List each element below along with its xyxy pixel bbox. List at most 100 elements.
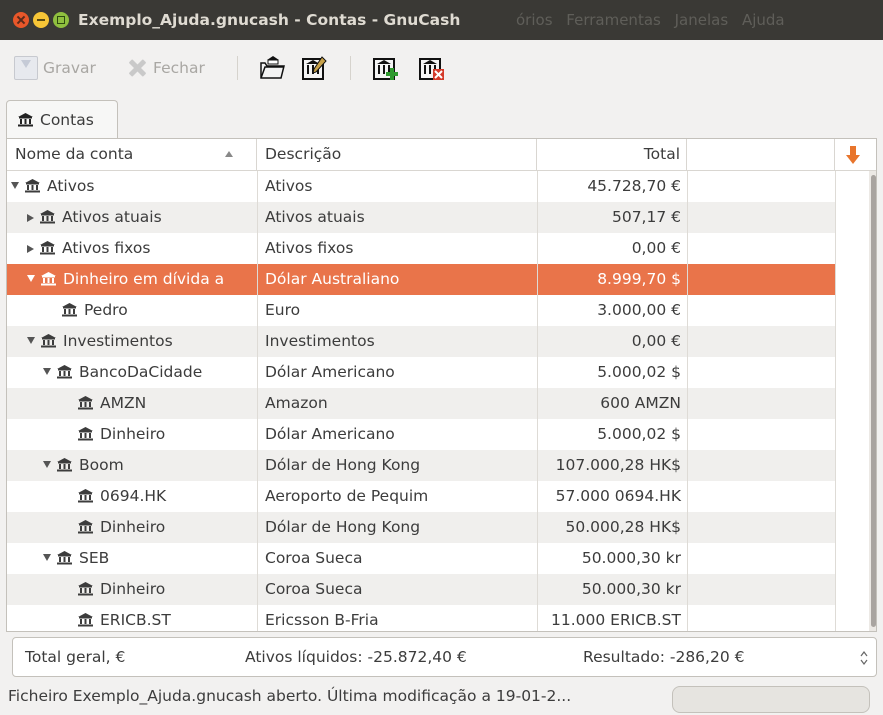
account-row[interactable]: ERICB.ST Ericsson B-Fria 11.000 ERICB.ST xyxy=(7,605,835,631)
account-row[interactable]: Ativos atuais Ativos atuais 507,17 € xyxy=(7,202,835,233)
column-header-account-name-label: Nome da conta xyxy=(15,145,134,163)
expander-open-icon[interactable] xyxy=(27,275,35,282)
tree-header: Nome da conta Descrição Total xyxy=(7,139,876,171)
account-tree[interactable]: Nome da conta Descrição Total Ativos Ativ… xyxy=(6,138,877,632)
account-name-cell[interactable]: BancoDaCidade xyxy=(7,357,257,388)
account-name: Ativos atuais xyxy=(62,208,162,226)
edit-account-icon[interactable] xyxy=(300,54,328,82)
account-total: 50.000,28 HK$ xyxy=(565,518,682,536)
account-description: Ativos fixos xyxy=(265,239,354,257)
window-close-button[interactable] xyxy=(13,12,29,28)
summary-result: Resultado: -286,20 € xyxy=(583,648,745,666)
account-name: Dinheiro xyxy=(100,425,166,443)
new-account-icon[interactable] xyxy=(372,54,400,82)
account-row[interactable]: AMZN Amazon 600 AMZN xyxy=(7,388,835,419)
bank-icon xyxy=(57,458,72,472)
account-total: 5.000,02 $ xyxy=(597,363,681,381)
open-folder-icon[interactable] xyxy=(258,54,286,82)
account-description: Amazon xyxy=(265,394,328,412)
account-name-cell[interactable]: ERICB.ST xyxy=(7,605,257,631)
column-header-description[interactable]: Descrição xyxy=(257,139,537,171)
close-button[interactable]: Fechar xyxy=(126,54,205,82)
bank-icon xyxy=(78,427,93,441)
summary-label: Total geral, € xyxy=(25,648,126,666)
bank-icon xyxy=(40,210,55,224)
save-icon xyxy=(14,56,38,80)
status-progress-bar xyxy=(672,686,870,713)
expander-closed-icon[interactable] xyxy=(27,213,34,222)
account-name-cell[interactable]: Pedro xyxy=(7,295,257,326)
account-row[interactable]: Dinheiro Dólar de Hong Kong 50.000,28 HK$ xyxy=(7,512,835,543)
window-maximize-button[interactable] xyxy=(53,12,69,28)
bank-icon xyxy=(40,241,55,255)
vertical-scrollbar-thumb[interactable] xyxy=(871,175,876,627)
account-name: Dinheiro xyxy=(100,518,166,536)
menu-reports[interactable]: órios xyxy=(516,11,553,29)
expander-open-icon[interactable] xyxy=(43,461,51,468)
account-name-cell[interactable]: Dinheiro em dívida a xyxy=(7,264,257,295)
save-label: Gravar xyxy=(43,59,96,77)
column-header-account-name[interactable]: Nome da conta xyxy=(7,139,257,171)
account-description: Dólar de Hong Kong xyxy=(265,456,421,474)
account-name-cell[interactable]: 0694.HK xyxy=(7,481,257,512)
account-row[interactable]: SEB Coroa Sueca 50.000,30 kr xyxy=(7,543,835,574)
account-description: Coroa Sueca xyxy=(265,549,363,567)
account-name-cell[interactable]: Ativos xyxy=(7,171,257,202)
account-row[interactable]: 0694.HK Aeroporto de Pequim 57.000 0694.HK xyxy=(7,481,835,512)
account-name-cell[interactable]: Dinheiro xyxy=(7,419,257,450)
account-row[interactable]: Dinheiro Coroa Sueca 50.000,30 kr xyxy=(7,574,835,605)
delete-account-icon[interactable] xyxy=(418,54,446,82)
account-description: Aeroporto de Pequim xyxy=(265,487,429,505)
account-total: 8.999,70 $ xyxy=(597,270,681,288)
account-name-cell[interactable]: AMZN xyxy=(7,388,257,419)
expander-open-icon[interactable] xyxy=(43,368,51,375)
expander-open-icon[interactable] xyxy=(11,182,19,189)
menu-help[interactable]: Ajuda xyxy=(742,11,785,29)
account-row[interactable]: Dinheiro Dólar Americano 5.000,02 $ xyxy=(7,419,835,450)
account-row[interactable]: BancoDaCidade Dólar Americano 5.000,02 $ xyxy=(7,357,835,388)
account-name-cell[interactable]: Ativos fixos xyxy=(7,233,257,264)
account-name-cell[interactable]: Boom xyxy=(7,450,257,481)
account-name: Boom xyxy=(79,456,124,474)
bank-icon xyxy=(78,520,93,534)
account-name-cell[interactable]: SEB xyxy=(7,543,257,574)
account-description: Euro xyxy=(265,301,301,319)
status-message: Ficheiro Exemplo_Ajuda.gnucash aberto. Ú… xyxy=(8,687,572,705)
account-total: 11.000 ERICB.ST xyxy=(551,611,681,629)
bank-icon xyxy=(57,551,72,565)
account-description: Dólar Americano xyxy=(265,425,395,443)
account-name-cell[interactable]: Dinheiro xyxy=(7,512,257,543)
expander-closed-icon[interactable] xyxy=(27,244,34,253)
bank-icon xyxy=(41,272,56,286)
expander-open-icon[interactable] xyxy=(43,554,51,561)
bank-icon xyxy=(78,582,93,596)
account-name-cell[interactable]: Ativos atuais xyxy=(7,202,257,233)
account-description: Ativos atuais xyxy=(265,208,365,226)
account-total: 0,00 € xyxy=(631,239,681,257)
column-selector-arrow-icon[interactable] xyxy=(845,145,861,165)
column-header-total[interactable]: Total xyxy=(537,139,687,171)
account-name: 0694.HK xyxy=(100,487,167,505)
account-row[interactable]: Investimentos Investimentos 0,00 € xyxy=(7,326,835,357)
menu-tools[interactable]: Ferramentas xyxy=(566,11,661,29)
title-bar: Exemplo_Ajuda.gnucash - Contas - GnuCash… xyxy=(0,0,883,40)
summary-currency-spinner-icon[interactable] xyxy=(860,651,868,665)
tab-accounts[interactable]: Contas xyxy=(6,100,118,138)
account-row[interactable]: Pedro Euro 3.000,00 € xyxy=(7,295,835,326)
account-name: Ativos fixos xyxy=(62,239,151,257)
bank-icon xyxy=(41,334,56,348)
account-row[interactable]: Ativos Ativos 45.728,70 € xyxy=(7,171,835,202)
account-description: Ericsson B-Fria xyxy=(265,611,379,629)
account-row[interactable]: Ativos fixos Ativos fixos 0,00 € xyxy=(7,233,835,264)
account-row[interactable]: Boom Dólar de Hong Kong 107.000,28 HK$ xyxy=(7,450,835,481)
window-minimize-button[interactable] xyxy=(33,12,49,28)
menu-windows[interactable]: Janelas xyxy=(675,11,729,29)
account-name-cell[interactable]: Dinheiro xyxy=(7,574,257,605)
account-row[interactable]: Dinheiro em dívida a Dólar Australiano 8.9… xyxy=(7,264,835,295)
bank-icon xyxy=(57,365,72,379)
account-total: 5.000,02 $ xyxy=(597,425,681,443)
account-name-cell[interactable]: Investimentos xyxy=(7,326,257,357)
bank-icon xyxy=(78,396,93,410)
expander-open-icon[interactable] xyxy=(27,337,35,344)
save-button[interactable]: Gravar xyxy=(14,54,96,82)
